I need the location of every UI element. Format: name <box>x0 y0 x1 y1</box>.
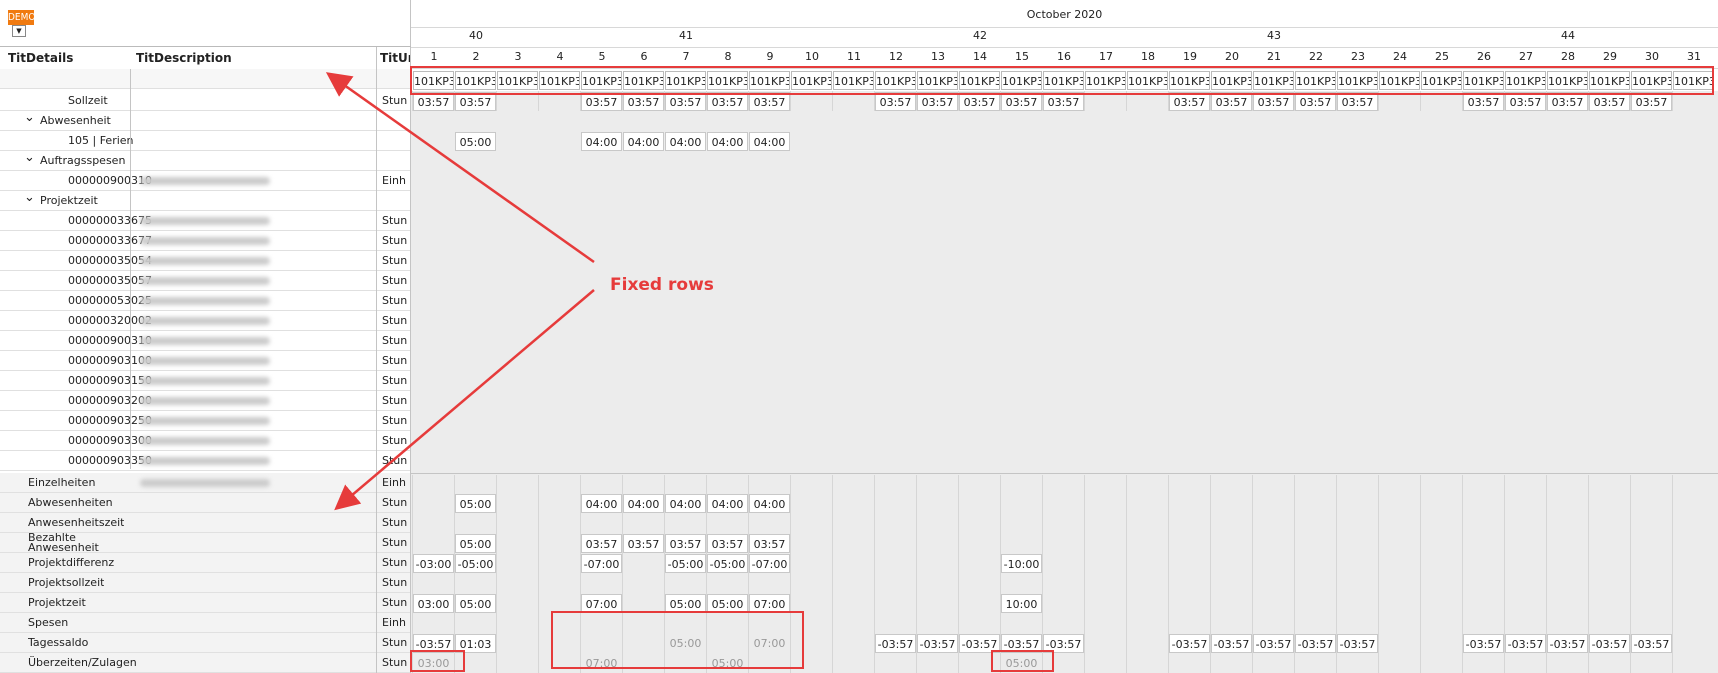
annotation-arrows <box>325 72 595 511</box>
annotation-fixed-rows: Fixed rows <box>610 275 714 295</box>
timesheet-window: DEMO ▼ TitDetails TitDescription TitUr S… <box>0 0 1718 673</box>
